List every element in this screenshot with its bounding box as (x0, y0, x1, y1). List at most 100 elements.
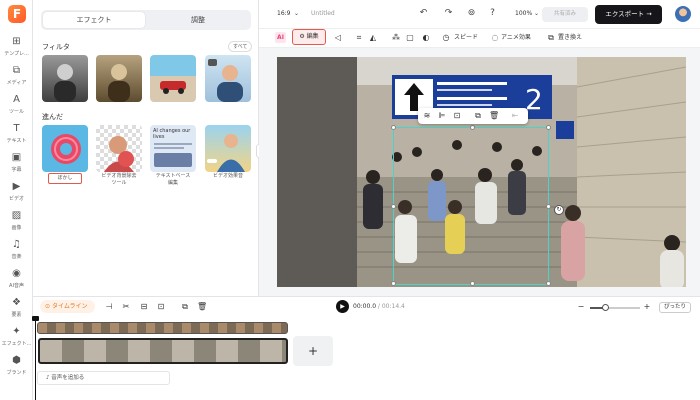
filter-thumb[interactable] (42, 55, 88, 102)
total-time: 00:14.4 (381, 303, 405, 310)
rail-item-brand[interactable]: ⬢ ブランド (0, 355, 33, 381)
timeline-zoom-slider[interactable] (590, 304, 640, 311)
effect-track-clip[interactable] (37, 322, 288, 334)
effect-icon: ✦ (12, 326, 21, 337)
animation-label[interactable]: アニメ効果 (501, 32, 531, 43)
ai-icon[interactable]: AI (275, 32, 286, 43)
zoom-in-icon[interactable]: + (642, 302, 652, 312)
flip-icon[interactable]: ◭ (368, 32, 378, 43)
rail-item-text[interactable]: T テキスト (0, 123, 33, 149)
resize-handle[interactable] (391, 125, 396, 130)
avatar[interactable] (675, 6, 691, 22)
sound-effect-thumb[interactable] (205, 125, 251, 172)
speed-label[interactable]: スピード (454, 32, 478, 43)
audio-icon[interactable]: ◁ (333, 32, 343, 43)
selection-box[interactable] (391, 125, 551, 286)
add-clip-button[interactable]: + (293, 336, 333, 366)
resize-handle[interactable] (546, 125, 551, 130)
rail-item-music[interactable]: ♫ 音楽 (0, 239, 33, 265)
redo-icon[interactable]: ↷ (443, 8, 454, 19)
playhead[interactable] (35, 317, 36, 400)
zoom-out-icon[interactable]: − (576, 302, 586, 312)
text-icon: T (13, 123, 20, 134)
delete-icon[interactable]: 🗑 (489, 111, 499, 121)
crop-icon[interactable]: ⌗ (354, 32, 364, 43)
rail-item-label: 音楽 (11, 254, 22, 260)
timeline-mode-toggle[interactable]: ⊙ タイムライン (40, 300, 95, 313)
edit-button[interactable]: ⚙ 編集 (292, 29, 326, 45)
video-icon: ▶ (12, 181, 21, 192)
export-button[interactable]: エクスポート → (595, 5, 662, 24)
time-readout: 00:00.0 / 00:14.4 (353, 303, 405, 310)
tab-effects[interactable]: エフェクト (43, 12, 145, 28)
resize-handle[interactable] (470, 281, 475, 286)
bg-remover-label: ビデオ背景除去 ツール (101, 173, 137, 186)
resize-handle[interactable] (546, 281, 551, 286)
rail-item-label: ツール (8, 109, 24, 115)
rail-item-video[interactable]: ▶ ビデオ (0, 181, 33, 207)
filter-thumb[interactable] (205, 55, 251, 102)
share-button[interactable]: 共有済み (542, 7, 588, 22)
resize-handle[interactable] (470, 125, 475, 130)
export-label: エクスポート (605, 10, 645, 18)
rail-item-label: 画像 (11, 225, 22, 231)
undo-icon[interactable]: ↶ (418, 8, 429, 19)
aspect-ratio-select[interactable]: 16:9 (277, 10, 290, 17)
resize-handle[interactable] (391, 204, 396, 209)
animation-icon[interactable]: ◌ (490, 32, 500, 43)
chevron-down-icon[interactable]: ⌄ (291, 8, 302, 19)
replace-label[interactable]: 置き換え (558, 32, 582, 43)
help-icon[interactable]: ? (487, 8, 498, 19)
speed-icon[interactable]: ◷ (441, 32, 451, 43)
freeze-icon[interactable]: ⊡ (156, 302, 166, 312)
filter-thumb[interactable] (96, 55, 142, 102)
copy-icon[interactable]: ⧉ (180, 302, 190, 312)
rail-item-image[interactable]: ▨ 画像 (0, 210, 33, 236)
border-icon[interactable]: ▢ (405, 32, 415, 43)
play-button[interactable]: ▶ (336, 300, 349, 313)
rail-item-template[interactable]: ⊞ テンプレ... (0, 36, 33, 62)
filter-thumb[interactable] (150, 55, 196, 102)
rail-item-media[interactable]: ⧉ メディア (0, 65, 33, 91)
lock-icon[interactable]: ⊡ (452, 111, 462, 121)
fit-button[interactable]: ぴったり (659, 302, 691, 313)
mask-icon[interactable]: ⁂ (391, 32, 401, 43)
delete-icon[interactable]: 🗑 (197, 302, 207, 312)
rail-item-subtitle[interactable]: ▣ 字幕 (0, 152, 33, 178)
project-title[interactable]: Untitled (311, 10, 335, 17)
chevron-down-icon[interactable]: ⌄ (531, 8, 542, 19)
app-logo[interactable]: F (8, 5, 26, 23)
align-icon[interactable]: ⊫ (437, 111, 447, 121)
bg-remover-thumb[interactable] (96, 125, 142, 172)
resize-handle[interactable] (391, 281, 396, 286)
video-track-clip[interactable] (38, 338, 288, 364)
rail-item-ai-tool[interactable]: A ツール (0, 94, 33, 120)
blur-effect-label[interactable]: ぼかし (48, 173, 82, 184)
filter-section-title: フィルタ (42, 43, 70, 51)
split-icon[interactable]: ⊣ (104, 302, 114, 312)
snapshot-icon[interactable]: ⊚ (466, 8, 477, 19)
element-icon: ❖ (12, 297, 21, 308)
scissors-icon[interactable]: ✂ (121, 302, 131, 312)
zoom-select[interactable]: 100% (515, 10, 532, 17)
replace-icon[interactable]: ⧉ (546, 32, 556, 43)
opacity-icon[interactable]: ◐ (421, 32, 431, 43)
rail-item-element[interactable]: ❖ 要素 (0, 297, 33, 323)
rotate-handle-icon[interactable]: ↻ (554, 205, 564, 215)
rail-item-effect[interactable]: ✦ エフェクト... (0, 326, 33, 352)
rail-item-label: ビデオ (8, 196, 24, 202)
see-all-button[interactable]: すべて (228, 41, 253, 52)
add-audio-button[interactable]: ♪ 音声を追加る (37, 371, 170, 385)
sound-effect-label: ビデオ効果音 (212, 173, 243, 179)
slider-knob[interactable] (602, 304, 609, 311)
resize-handle[interactable] (546, 204, 551, 209)
more-icon[interactable]: ⇤ (510, 111, 520, 121)
advanced-section-title: 進んだ (42, 113, 63, 121)
trim-icon[interactable]: ⊟ (139, 302, 149, 312)
rail-item-ai-voice[interactable]: ◉ AI音声 (0, 268, 33, 294)
layers-icon[interactable]: ≋ (422, 111, 432, 121)
tab-adjust[interactable]: 調整 (147, 12, 249, 28)
text-edit-thumb[interactable]: AI changes our lives (150, 125, 196, 172)
duplicate-icon[interactable]: ⧉ (473, 111, 483, 121)
blur-effect-thumb[interactable] (42, 125, 88, 172)
